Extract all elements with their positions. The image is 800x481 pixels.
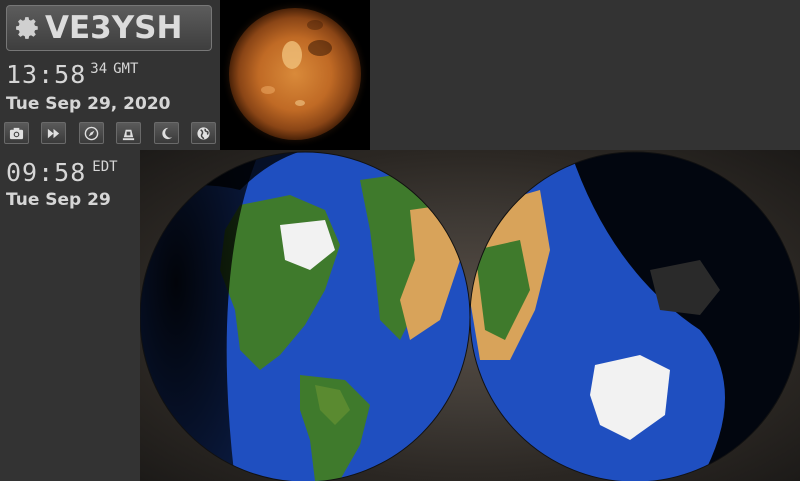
world-map[interactable] (140, 150, 800, 481)
globe-button[interactable] (190, 122, 216, 144)
compass-icon (84, 126, 99, 140)
top-right-panel (370, 0, 800, 150)
local-time: 09:58 (6, 158, 87, 187)
utc-timezone: GMT (113, 61, 139, 77)
azimuthal-map (140, 151, 800, 481)
fast-forward-button[interactable] (41, 122, 67, 144)
utc-seconds: 34 (90, 61, 108, 77)
local-clock-panel: 09:58 EDT Tue Sep 29 (0, 150, 140, 481)
camera-button[interactable] (4, 122, 29, 144)
callsign-label: VE3YSH (45, 10, 183, 46)
gear-icon (16, 17, 38, 39)
utc-clock: 13:58 34 GMT (6, 60, 138, 89)
callsign-button[interactable]: VE3YSH (6, 5, 212, 51)
utc-date: Tue Sep 29, 2020 (6, 94, 171, 114)
sun-image-panel[interactable] (220, 0, 370, 150)
local-clock: 09:58 EDT (6, 158, 118, 187)
camera-icon (9, 127, 24, 139)
utc-time: 13:58 (6, 60, 87, 89)
local-date: Tue Sep 29 (6, 190, 111, 210)
satellite-dish-button[interactable] (116, 122, 142, 144)
globe-icon (197, 126, 210, 140)
moon-button[interactable] (153, 122, 179, 144)
toolbar (4, 122, 216, 146)
satellite-dish-icon (123, 129, 135, 140)
fast-forward-icon (48, 128, 60, 138)
top-left-panel: VE3YSH 13:58 34 GMT Tue Sep 29, 2020 (0, 0, 220, 150)
compass-button[interactable] (78, 122, 104, 144)
local-timezone: EDT (92, 159, 118, 175)
moon-icon (161, 127, 172, 139)
sun-image (221, 0, 369, 148)
